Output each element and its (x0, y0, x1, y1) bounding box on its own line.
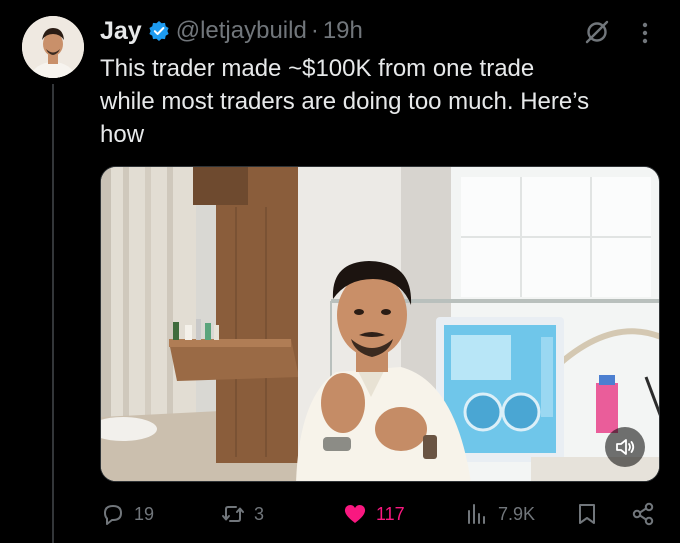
repost-icon (222, 506, 244, 522)
heart-icon (344, 505, 366, 523)
author-name[interactable]: Jay (100, 17, 142, 46)
reply-icon (104, 505, 122, 525)
tweet-header: Jay @letjaybuild · 19h (100, 14, 363, 48)
repost-button[interactable]: 3 (220, 498, 264, 530)
reply-button[interactable]: 19 (100, 498, 154, 530)
grok-icon[interactable] (584, 19, 610, 45)
tweet-text-line: how (100, 121, 145, 148)
timestamp[interactable]: 19h (323, 17, 363, 45)
separator-dot: · (310, 17, 319, 44)
bookmark-icon (579, 504, 595, 524)
avatar[interactable] (22, 16, 84, 78)
thread-line (52, 84, 54, 543)
more-icon[interactable] (636, 20, 654, 46)
volume-icon (614, 436, 636, 458)
like-count: 117 (376, 503, 405, 524)
repost-count: 3 (254, 503, 265, 524)
like-button[interactable]: 117 (342, 498, 405, 530)
views-count: 7.9K (498, 503, 536, 524)
views-button[interactable]: 7.9K (464, 498, 535, 530)
share-button[interactable] (630, 498, 656, 530)
views-icon (468, 504, 485, 524)
reply-count: 19 (134, 503, 155, 524)
tweet-text-line: This trader made ~$100K from one trade (100, 55, 535, 82)
tweet-text: This trader made ~$100K from one trade w… (100, 52, 660, 151)
tweet-text-line: while most traders are doing too much. H… (100, 88, 590, 115)
verified-badge-icon (148, 20, 170, 42)
action-bar: 19 3 117 7.9K (100, 498, 660, 530)
volume-button[interactable] (605, 427, 645, 467)
video-player[interactable] (100, 166, 660, 482)
author-handle[interactable]: @letjaybuild (176, 17, 307, 45)
bookmark-button[interactable] (574, 498, 600, 530)
video-frame (101, 167, 659, 481)
share-icon (632, 502, 654, 526)
